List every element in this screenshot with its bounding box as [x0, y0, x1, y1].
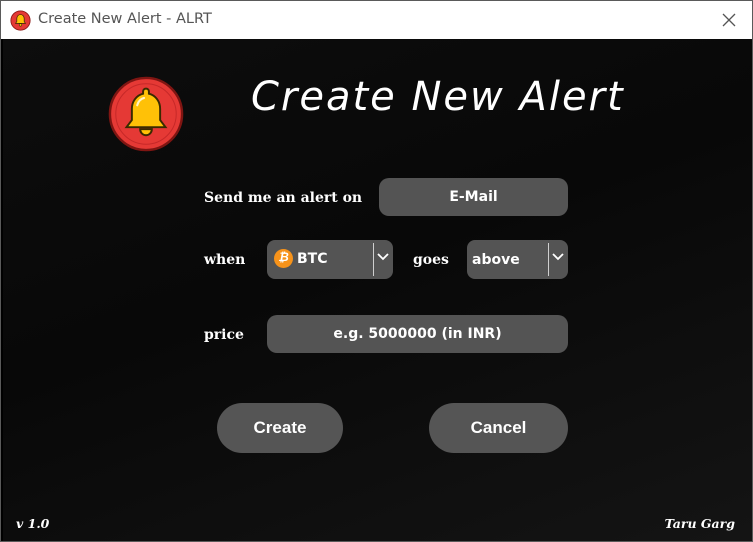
author-label: Taru Garg [664, 516, 735, 531]
bell-icon [10, 10, 31, 31]
title-bar: Create New Alert - ALRT [1, 1, 752, 39]
chevron-down-icon [377, 253, 389, 261]
close-icon [722, 13, 736, 27]
bitcoin-icon: ₿ [274, 249, 293, 268]
chevron-down-icon [552, 253, 564, 261]
when-label: when [204, 252, 246, 268]
cancel-button[interactable]: Cancel [429, 403, 568, 453]
bell-icon [108, 76, 184, 152]
direction-dropdown[interactable]: above [467, 240, 568, 279]
app-window: Create New Alert - ALRT Create New Alert… [0, 0, 753, 542]
direction-value: above [472, 252, 520, 268]
coin-dropdown[interactable]: ₿ BTC [267, 240, 393, 279]
price-label: price [204, 327, 244, 343]
dropdown-divider [548, 243, 549, 276]
price-input[interactable]: e.g. 5000000 (in INR) [267, 315, 568, 353]
channel-label: Send me an alert on [204, 190, 363, 206]
coin-value: BTC [297, 251, 328, 267]
goes-label: goes [413, 252, 449, 268]
close-button[interactable] [706, 1, 752, 39]
channel-select[interactable]: E-Mail [379, 178, 568, 216]
page-title: Create New Alert [251, 74, 625, 120]
version-label: v 1.0 [16, 516, 50, 531]
dialog-content: Create New Alert Send me an alert on E-M… [3, 39, 752, 541]
window-title: Create New Alert - ALRT [38, 11, 212, 27]
dropdown-divider [373, 243, 374, 276]
create-button[interactable]: Create [217, 403, 343, 453]
